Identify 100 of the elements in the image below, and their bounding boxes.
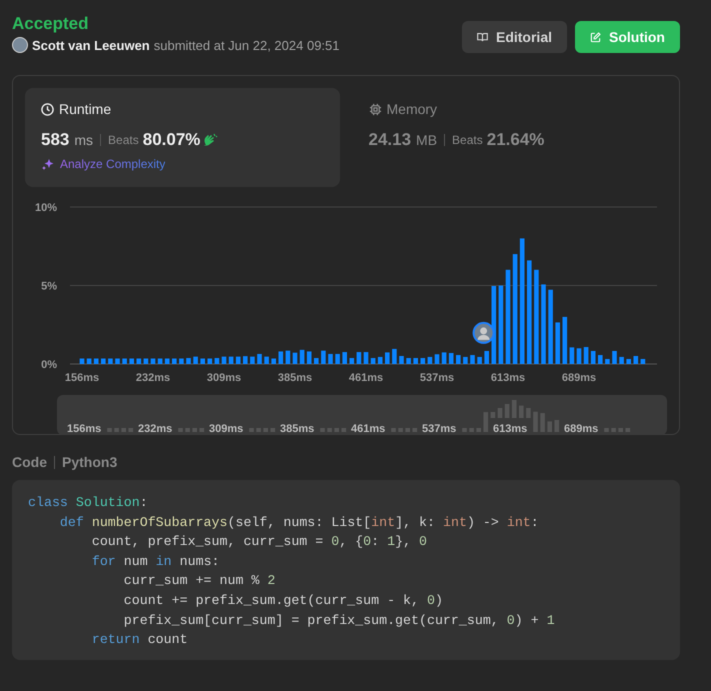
editorial-button[interactable]: Editorial xyxy=(462,21,567,53)
histogram-bar[interactable] xyxy=(555,322,560,364)
histogram-bar[interactable] xyxy=(434,354,440,364)
histogram-bar[interactable] xyxy=(314,358,319,364)
histogram-bar[interactable] xyxy=(634,356,638,364)
histogram-bar[interactable] xyxy=(470,355,475,364)
histogram-bar[interactable] xyxy=(179,358,184,364)
histogram-bar[interactable] xyxy=(548,290,553,364)
range-overview[interactable]: 156ms 232ms 309ms 385ms 461ms 537ms 613ms 689ms xyxy=(57,395,667,435)
histogram-bar[interactable] xyxy=(228,356,234,364)
histogram-bar[interactable] xyxy=(335,354,340,364)
histogram-bar[interactable] xyxy=(420,358,426,364)
histogram-bar[interactable] xyxy=(541,284,546,364)
histogram-bar[interactable] xyxy=(626,358,631,364)
histogram-bar[interactable] xyxy=(278,351,284,364)
overview-bar xyxy=(512,400,516,418)
histogram-bar[interactable] xyxy=(598,355,603,364)
author-name[interactable]: Scott van Leeuwen xyxy=(32,38,150,52)
histogram-bar[interactable] xyxy=(456,355,461,364)
histogram-bar[interactable] xyxy=(150,358,156,364)
histogram-bar[interactable] xyxy=(271,358,276,364)
histogram-bar[interactable] xyxy=(428,356,432,364)
histogram-bar[interactable] xyxy=(129,358,134,364)
histogram-bar[interactable] xyxy=(356,352,362,364)
histogram-bar[interactable] xyxy=(222,356,226,364)
histogram-bar[interactable] xyxy=(506,270,510,364)
histogram-bar[interactable] xyxy=(300,350,304,364)
histogram-bar[interactable] xyxy=(477,356,482,364)
histogram-bar[interactable] xyxy=(484,350,489,364)
histogram-bar[interactable] xyxy=(236,356,240,364)
user-avatar-marker[interactable] xyxy=(472,322,495,344)
histogram-bar[interactable] xyxy=(186,358,191,364)
histogram-bar[interactable] xyxy=(619,356,624,364)
avatar xyxy=(12,37,28,53)
histogram-bar[interactable] xyxy=(86,358,92,364)
histogram-bar[interactable] xyxy=(286,350,290,364)
histogram-bar[interactable] xyxy=(370,358,376,364)
histogram-bar[interactable] xyxy=(292,352,298,364)
histogram-bar[interactable] xyxy=(193,356,198,364)
histogram-bar[interactable] xyxy=(413,358,418,364)
hand-icon xyxy=(203,133,218,147)
histogram-bar[interactable] xyxy=(164,358,170,364)
histogram-bar[interactable] xyxy=(378,356,382,364)
histogram-bar[interactable] xyxy=(399,356,404,364)
histogram-bar[interactable] xyxy=(136,358,142,364)
histogram-bar[interactable] xyxy=(364,352,368,364)
histogram-bar[interactable] xyxy=(590,350,596,364)
histogram-bar[interactable] xyxy=(257,354,262,364)
histogram-bar[interactable] xyxy=(406,358,411,364)
histogram-bar[interactable] xyxy=(172,358,177,364)
histogram-bar[interactable] xyxy=(442,352,446,364)
histogram-bar[interactable] xyxy=(350,358,354,364)
overview-axis-label: 309ms xyxy=(209,423,244,435)
histogram-bar[interactable] xyxy=(342,352,347,364)
histogram-bar[interactable] xyxy=(144,358,148,364)
histogram-bar[interactable] xyxy=(250,356,255,364)
histogram-bar[interactable] xyxy=(520,238,524,364)
histogram-bar[interactable] xyxy=(570,347,574,364)
histogram-bar[interactable] xyxy=(101,358,106,364)
histogram-bar[interactable] xyxy=(200,358,205,364)
histogram-bar[interactable] xyxy=(512,254,518,364)
memory-card[interactable]: Memory 24.13 MB Beats 21.64% xyxy=(352,88,667,187)
histogram-bar[interactable] xyxy=(264,356,269,364)
histogram-bar[interactable] xyxy=(321,350,326,364)
histogram-bar[interactable] xyxy=(122,358,127,364)
histogram-bar[interactable] xyxy=(108,358,113,364)
x-axis-label: 461ms xyxy=(348,372,384,384)
overview-bar xyxy=(490,412,496,418)
histogram-bar[interactable] xyxy=(448,353,454,364)
histogram-bar[interactable] xyxy=(94,358,98,364)
histogram-bar[interactable] xyxy=(612,350,617,364)
stat-unit: MB xyxy=(416,132,438,148)
histogram-bar[interactable] xyxy=(80,358,84,364)
histogram-bar[interactable] xyxy=(392,348,397,364)
histogram-bar[interactable] xyxy=(534,270,539,364)
code-line: prefix_sum[curr_sum] = prefix_sum.get(curr_sum, 0) + 1 xyxy=(122,612,555,630)
y-axis-label: 0% xyxy=(41,359,57,371)
histogram-bar[interactable] xyxy=(328,354,333,364)
histogram-bar[interactable] xyxy=(463,356,468,364)
overview-bar xyxy=(554,420,560,432)
histogram-bar[interactable] xyxy=(576,348,582,364)
language-label: Python3 xyxy=(62,454,118,470)
histogram-bar[interactable] xyxy=(605,358,610,364)
x-axis-label: 537ms xyxy=(420,372,454,384)
overview-axis-label: 156ms xyxy=(67,423,102,435)
histogram-bar[interactable] xyxy=(640,358,646,364)
histogram-bar[interactable] xyxy=(584,347,588,364)
runtime-card[interactable]: Runtime 583 ms Beats 80.07% Analyze Complexity xyxy=(25,88,340,187)
histogram-bar[interactable] xyxy=(385,352,390,364)
histogram-bar[interactable] xyxy=(243,356,248,364)
histogram-bar[interactable] xyxy=(158,358,162,364)
book-icon xyxy=(477,30,488,44)
histogram-bar[interactable] xyxy=(115,358,120,364)
overview-axis-label: 232ms xyxy=(138,423,172,435)
histogram-bar[interactable] xyxy=(306,351,312,364)
histogram-bar[interactable] xyxy=(214,358,220,364)
histogram-bar[interactable] xyxy=(527,260,532,364)
histogram-bar[interactable] xyxy=(562,316,568,364)
stat-title: Memory xyxy=(386,101,438,117)
histogram-bar[interactable] xyxy=(208,358,212,364)
